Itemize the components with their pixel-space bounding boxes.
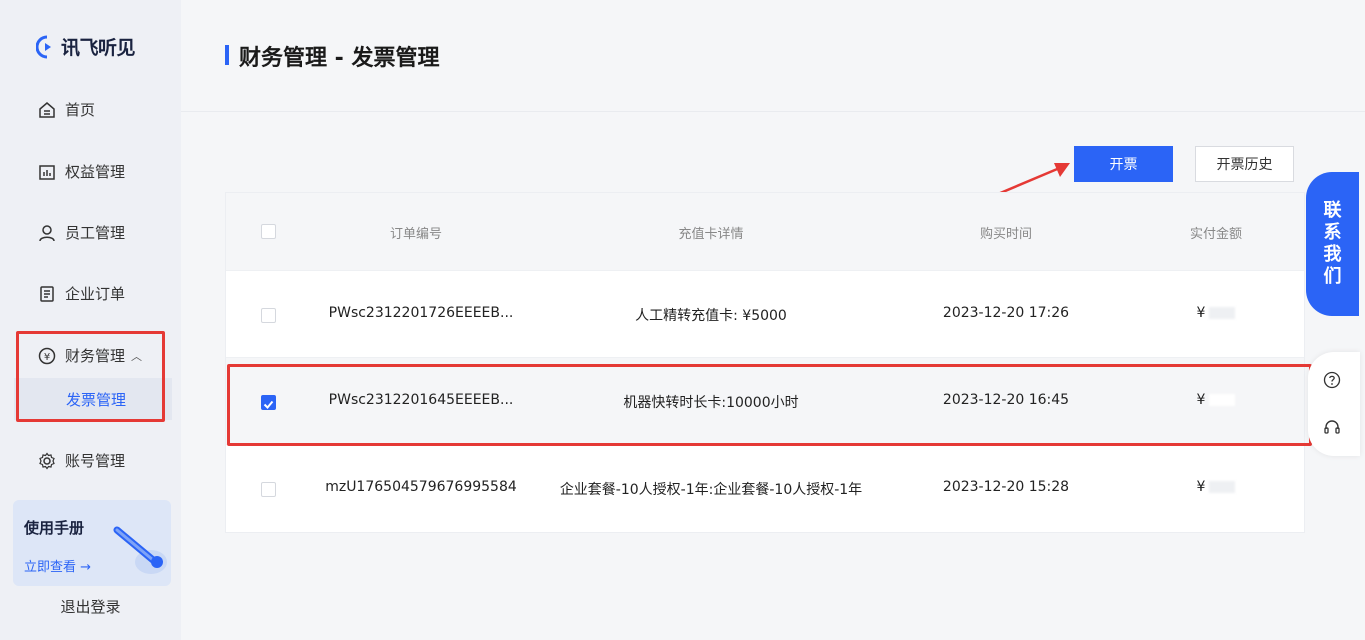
sidebar-item-label: 员工管理	[65, 224, 126, 242]
paid-amount: ¥	[1176, 305, 1256, 321]
contact-char: 们	[1323, 266, 1342, 287]
order-id: PWsc2312201726EEEEB...	[328, 305, 514, 321]
chart-card-icon	[37, 162, 57, 182]
card-detail: 企业套餐-10人授权-1年:企业套餐-10人授权-1年	[559, 482, 863, 498]
home-icon	[37, 100, 57, 120]
select-all-checkbox[interactable]	[261, 224, 276, 239]
manual-link[interactable]: 立即查看 →	[24, 556, 91, 575]
contact-char: 系	[1323, 222, 1342, 243]
invoice-history-button[interactable]: 开票历史	[1195, 146, 1294, 182]
logo-text: 讯飞听见	[61, 37, 136, 59]
purchase-time: 2023-12-20 15:28	[942, 479, 1070, 495]
sidebar-item-label: 权益管理	[65, 163, 126, 181]
sidebar-item-label: 企业订单	[65, 285, 126, 303]
highlight-box-finance	[16, 331, 165, 422]
invoice-table: 订单编号 充值卡详情 购买时间 实付金额 PWsc2312201726EEEEB…	[225, 192, 1305, 533]
col-order-id: 订单编号	[389, 227, 442, 242]
sidebar-item-label: 首页	[65, 101, 96, 119]
gear-icon	[37, 451, 57, 471]
card-detail: 人工精转充值卡: ¥5000	[635, 308, 787, 324]
page-header: 财务管理 - 发票管理	[181, 0, 1365, 112]
paid-amount: ¥	[1176, 479, 1256, 495]
document-icon	[37, 284, 57, 304]
pen-illustration-icon	[109, 522, 169, 582]
ear-logo-icon	[35, 35, 58, 59]
col-detail: 充值卡详情	[678, 227, 744, 242]
floating-tools	[1308, 352, 1360, 456]
col-amount: 实付金额	[1189, 227, 1242, 242]
table-row[interactable]: mzU176504579676995584 企业套餐-10人授权-1年:企业套餐…	[226, 444, 1304, 531]
amount-symbol: ¥	[1196, 479, 1206, 495]
sidebar-item-account[interactable]: 账号管理	[37, 450, 125, 471]
purchase-time: 2023-12-20 17:26	[942, 305, 1070, 321]
manual-title: 使用手册	[24, 519, 85, 537]
user-icon	[37, 223, 57, 243]
amount-redacted	[1209, 481, 1236, 493]
help-icon[interactable]	[1322, 370, 1342, 390]
logout-button[interactable]: 退出登录	[0, 596, 181, 617]
highlight-box-row	[227, 364, 1312, 446]
logo[interactable]: 讯飞听见	[35, 33, 136, 60]
amount-symbol: ¥	[1196, 305, 1206, 321]
headset-icon[interactable]	[1322, 418, 1342, 438]
sidebar: 讯飞听见 首页 权益管理 员工管理 企业订单 ¥ 财务管理 ︿ 发票管理 账号管…	[0, 0, 181, 640]
user-manual-card[interactable]: 使用手册 立即查看 →	[13, 500, 171, 586]
contact-char: 我	[1323, 244, 1342, 265]
issue-invoice-button[interactable]: 开票	[1074, 146, 1173, 182]
contact-char: 联	[1323, 200, 1342, 221]
row-checkbox[interactable]	[261, 308, 276, 323]
amount-redacted	[1209, 307, 1236, 319]
row-checkbox[interactable]	[261, 482, 276, 497]
sidebar-item-benefits[interactable]: 权益管理	[37, 161, 125, 182]
table-row[interactable]: PWsc2312201726EEEEB... 人工精转充值卡: ¥5000 20…	[226, 270, 1304, 357]
table-header: 订单编号 充值卡详情 购买时间 实付金额	[226, 193, 1304, 270]
order-id: mzU176504579676995584	[325, 479, 517, 495]
sidebar-item-home[interactable]: 首页	[37, 99, 95, 120]
col-time: 购买时间	[979, 227, 1032, 242]
sidebar-item-staff[interactable]: 员工管理	[37, 222, 125, 243]
sidebar-item-orders[interactable]: 企业订单	[37, 283, 125, 304]
page-title: 财务管理 - 发票管理	[225, 40, 439, 72]
sidebar-item-label: 账号管理	[65, 452, 126, 470]
contact-us-button[interactable]: 联 系 我 们	[1306, 172, 1359, 316]
